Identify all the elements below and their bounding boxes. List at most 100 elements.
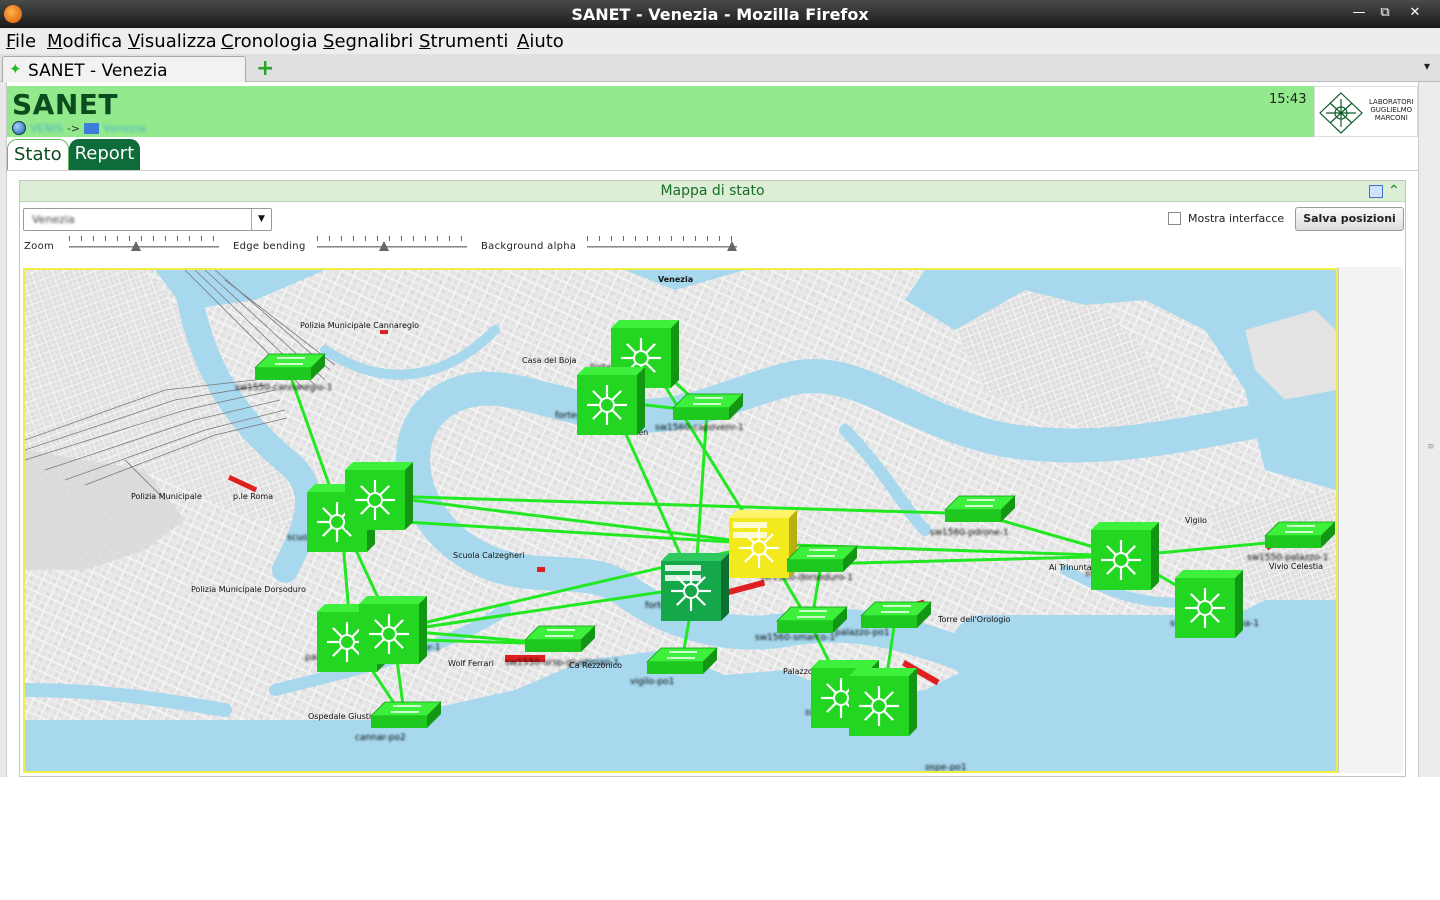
device-label: sw1560-capovenr-1	[655, 423, 744, 433]
device-label: ospe-po1	[925, 763, 967, 771]
switch-node-icon[interactable]	[359, 596, 427, 664]
device-label: cannar-po2	[355, 733, 406, 743]
switch-node-icon[interactable]	[729, 510, 797, 578]
window-titlebar: SANET - Venezia - Mozilla Firefox — ⧉ ✕	[0, 0, 1440, 28]
tab-stato[interactable]: Stato	[7, 139, 69, 171]
switch-node-icon[interactable]	[577, 367, 645, 435]
browser-tab-bar: ✦ SANET - Venezia + ▾	[0, 54, 1440, 82]
page-tabs: Stato Report	[7, 139, 141, 171]
new-tab-icon[interactable]: +	[256, 56, 274, 81]
menu-cronologia[interactable]: Cronologia	[221, 31, 318, 52]
breadcrumb-current[interactable]: Venezia	[103, 122, 146, 135]
map-place-label: Polizia Municipale Cannaregio	[300, 321, 419, 330]
router-node-icon[interactable]	[860, 601, 932, 628]
edge-bending-label: Edge bending	[233, 241, 306, 252]
right-scrollbar[interactable]: ≡	[1418, 82, 1440, 777]
edge-bending-slider-thumb[interactable]	[378, 241, 389, 251]
device-label: sw1550-cannaregio-1	[235, 383, 333, 393]
switch-node-icon[interactable]	[849, 668, 917, 736]
logo-line-1: LABORATORI	[1369, 98, 1414, 106]
page-content: ≡ SANET VENIS -> Venezia 15:43 LABORATOR…	[0, 82, 1440, 900]
map-city-label: Venezia	[658, 275, 693, 284]
map-place-label: Casa del Boja	[522, 356, 576, 365]
fullscreen-icon[interactable]	[1369, 185, 1383, 198]
menu-segnalibri[interactable]: Segnalibri	[323, 31, 413, 52]
switch-node-icon[interactable]	[1175, 570, 1243, 638]
menu-bar: File Modifica Visualizza Cronologia Segn…	[0, 28, 1440, 54]
map-place-label: Vigilo	[1185, 516, 1207, 525]
breadcrumb-separator: ->	[66, 121, 81, 135]
router-node-icon[interactable]	[254, 353, 326, 380]
zoom-slider[interactable]	[69, 236, 219, 256]
map-select[interactable]: Venezia ▼	[23, 208, 272, 231]
logo-line-3: MARCONI	[1374, 114, 1408, 122]
globe-icon	[12, 121, 26, 135]
router-node-icon[interactable]	[1264, 521, 1336, 548]
browser-tab[interactable]: ✦ SANET - Venezia	[2, 56, 246, 82]
menu-aiuto[interactable]: Aiuto	[517, 31, 564, 52]
status-map-panel: Mappa di stato ⌃ Venezia ▼ Zoom Edge ben…	[19, 180, 1406, 777]
menu-strumenti[interactable]: Strumenti	[419, 31, 508, 52]
menu-file[interactable]: File	[6, 31, 36, 52]
map-select-value: Venezia	[32, 213, 75, 226]
map-place-label: Torre dell'Orologio	[937, 615, 1011, 624]
background-alpha-slider[interactable]	[587, 236, 737, 256]
scroll-grip-icon[interactable]: ≡	[1427, 442, 1435, 452]
save-positions-button[interactable]: Salva posizioni	[1295, 207, 1404, 231]
switch-node-icon[interactable]	[345, 462, 413, 530]
router-node-icon[interactable]	[370, 701, 442, 728]
device-label: palazzo-po1	[835, 628, 890, 638]
background-alpha-label: Background alpha	[481, 241, 577, 252]
show-interfaces-toggle[interactable]: Mostra interfacce	[1168, 212, 1284, 225]
device-label: sw1560-smarco-1	[755, 633, 835, 643]
map-place-label: Wolf Ferrari	[448, 659, 494, 668]
map-place-label: Scuola Calzegheri	[453, 551, 525, 560]
show-interfaces-label: Mostra interfacce	[1188, 212, 1285, 225]
tabs-divider	[7, 170, 1418, 171]
close-icon[interactable]: ✕	[1403, 3, 1427, 23]
marconi-logo-mark-icon	[1319, 92, 1363, 134]
app-title: SANET	[12, 88, 118, 121]
maximize-icon[interactable]: ⧉	[1373, 3, 1397, 23]
menu-modifica[interactable]: Modifica	[47, 31, 122, 52]
clock: 15:43	[1269, 92, 1307, 107]
minimize-icon[interactable]: —	[1347, 3, 1371, 23]
device-label: vigilo-po1	[630, 677, 674, 687]
logo-line-2: GUGLIELMO	[1370, 106, 1413, 114]
breadcrumb: VENIS -> Venezia	[12, 121, 146, 135]
device-label: sw1550-orsp-giustinian-1	[505, 658, 619, 668]
tab-report[interactable]: Report	[68, 139, 141, 171]
zoom-slider-thumb[interactable]	[130, 241, 141, 251]
network-map[interactable]: Venezia Polizia Municipale Cannaregio Casa…	[23, 268, 1338, 773]
background-alpha-slider-thumb[interactable]	[727, 241, 737, 251]
router-node-icon[interactable]	[672, 393, 744, 420]
map-place-label: Vivio Celestia	[1269, 562, 1323, 571]
sanet-favicon-icon: ✦	[9, 60, 22, 78]
breadcrumb-root[interactable]: VENIS	[30, 122, 63, 135]
switch-node-icon[interactable]	[661, 553, 729, 621]
router-node-icon[interactable]	[786, 545, 858, 572]
device-label: sw1560-pdrone-1	[930, 528, 1009, 538]
menu-visualizza[interactable]: Visualizza	[128, 31, 217, 52]
router-node-icon[interactable]	[646, 647, 718, 674]
marconi-logo: LABORATORI GUGLIELMO MARCONI	[1314, 86, 1418, 137]
venice-map-canvas[interactable]: Venezia Polizia Municipale Cannaregio Casa…	[25, 270, 1336, 771]
tab-list-chevron-down-icon[interactable]: ▾	[1424, 59, 1430, 73]
window-title: SANET - Venezia - Mozilla Firefox	[571, 5, 869, 24]
browser-tab-label: SANET - Venezia	[28, 61, 168, 81]
switch-node-icon[interactable]	[1091, 522, 1159, 590]
app-header: SANET VENIS -> Venezia 15:43	[7, 86, 1314, 137]
map-side-area	[1338, 267, 1403, 773]
edge-bending-slider[interactable]	[317, 236, 467, 256]
router-node-icon[interactable]	[944, 495, 1016, 522]
map-place-label: p.le Roma	[233, 492, 273, 501]
show-interfaces-checkbox[interactable]	[1168, 212, 1181, 225]
collapse-chevron-up-icon[interactable]: ⌃	[1388, 182, 1400, 200]
folder-icon	[84, 122, 100, 134]
map-place-label: Polizia Municipale Dorsoduro	[191, 585, 306, 594]
router-node-icon[interactable]	[524, 625, 596, 652]
zoom-label: Zoom	[24, 241, 55, 252]
chevron-down-icon[interactable]: ▼	[251, 209, 271, 230]
panel-header: Mappa di stato ⌃	[20, 181, 1405, 202]
router-node-icon[interactable]	[776, 606, 848, 633]
